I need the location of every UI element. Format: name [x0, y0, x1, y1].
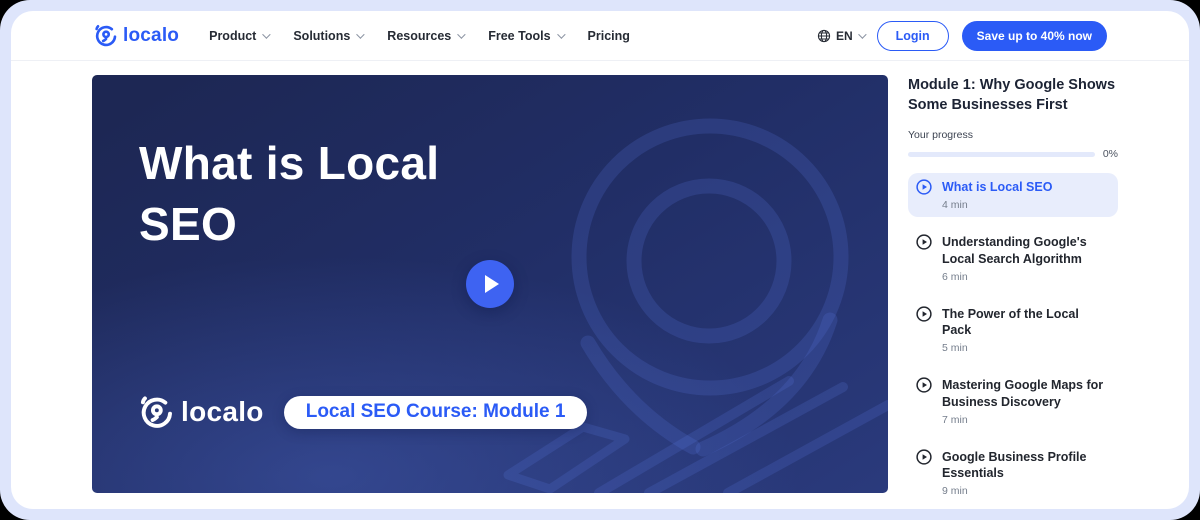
lesson-title: Mastering Google Maps for Business Disco…	[942, 377, 1110, 410]
chevron-down-icon	[263, 30, 271, 38]
lesson-duration: 4 min	[942, 199, 1110, 211]
navbar-right: EN Login Save up to 40% now	[817, 21, 1107, 51]
progress-row: 0%	[908, 148, 1118, 160]
play-circle-icon	[916, 449, 932, 465]
lesson-list: What is Local SEO 4 min Understanding Go…	[908, 173, 1118, 509]
chevron-down-icon	[457, 30, 465, 38]
logo-wordmark: localo	[123, 25, 179, 47]
video-player[interactable]: What is Local SEO	[92, 75, 888, 493]
play-circle-icon	[916, 306, 932, 322]
window-frame: localo Product Solutions Resources Free …	[0, 0, 1200, 520]
nav-link-product[interactable]: Product	[209, 29, 268, 43]
navbar: localo Product Solutions Resources Free …	[11, 11, 1189, 61]
lesson-item[interactable]: Mastering Google Maps for Business Disco…	[908, 371, 1118, 432]
progress-label: Your progress	[908, 129, 1118, 141]
chevron-down-icon	[858, 30, 866, 38]
course-sidebar: Module 1: Why Google Shows Some Business…	[908, 75, 1118, 509]
progress-value: 0%	[1103, 148, 1118, 160]
lesson-item[interactable]: Google Business Profile Essentials 9 min	[908, 443, 1118, 504]
login-button[interactable]: Login	[877, 21, 949, 51]
video-footer: localo Local SEO Course: Module 1	[139, 395, 587, 429]
play-icon	[485, 275, 499, 293]
lesson-duration: 5 min	[942, 342, 1110, 354]
video-localo-logo: localo	[139, 395, 264, 429]
nav-link-pricing[interactable]: Pricing	[588, 29, 630, 43]
chevron-down-icon	[557, 30, 565, 38]
lesson-item[interactable]: What is Local SEO 4 min	[908, 173, 1118, 217]
lesson-duration: 6 min	[942, 271, 1110, 283]
globe-icon	[817, 29, 831, 43]
nav-link-free-tools[interactable]: Free Tools	[488, 29, 562, 43]
play-circle-icon	[916, 377, 932, 393]
map-pin-watermark	[488, 75, 888, 493]
localo-logo-icon	[94, 24, 117, 47]
lesson-title: What is Local SEO	[942, 179, 1110, 195]
page: localo Product Solutions Resources Free …	[11, 11, 1189, 509]
nav-link-solutions[interactable]: Solutions	[293, 29, 362, 43]
nav-link-resources[interactable]: Resources	[387, 29, 463, 43]
module-title: Module 1: Why Google Shows Some Business…	[908, 75, 1118, 115]
lesson-title: The Power of the Local Pack	[942, 306, 1110, 339]
course-module-badge: Local SEO Course: Module 1	[284, 396, 588, 429]
play-button[interactable]	[466, 260, 514, 308]
language-selector[interactable]: EN	[817, 29, 864, 43]
progress-bar	[908, 152, 1095, 157]
localo-logo-icon-white	[139, 395, 173, 429]
video-title: What is Local SEO	[139, 133, 539, 254]
main-content: What is Local SEO	[11, 61, 1189, 509]
localo-logo[interactable]: localo	[94, 24, 179, 47]
play-circle-icon	[916, 179, 932, 195]
lesson-title: Understanding Google's Local Search Algo…	[942, 234, 1110, 267]
lesson-title: Google Business Profile Essentials	[942, 449, 1110, 482]
language-code: EN	[836, 29, 853, 43]
lesson-duration: 7 min	[942, 414, 1110, 426]
play-circle-icon	[916, 234, 932, 250]
chevron-down-icon	[356, 30, 364, 38]
discount-cta-button[interactable]: Save up to 40% now	[962, 21, 1107, 51]
lesson-item[interactable]: The Power of the Local Pack 5 min	[908, 300, 1118, 361]
nav-links: Product Solutions Resources Free Tools P…	[209, 29, 630, 43]
lesson-item[interactable]: Understanding Google's Local Search Algo…	[908, 228, 1118, 289]
video-logo-wordmark: localo	[181, 396, 264, 428]
lesson-duration: 9 min	[942, 485, 1110, 497]
